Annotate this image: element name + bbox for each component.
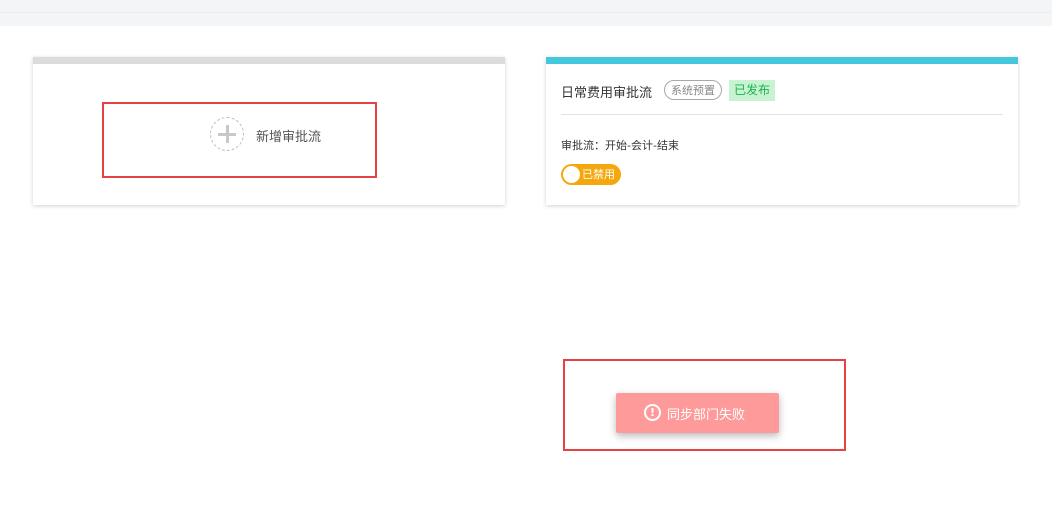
- approval-flow-card[interactable]: 日常费用审批流 系统预置 已发布 审批流：开始-会计-结束 已禁用: [546, 57, 1018, 205]
- flow-steps-text: 审批流：开始-会计-结束: [561, 139, 679, 152]
- toggle-knob[interactable]: [563, 166, 580, 183]
- card-divider: [561, 114, 1003, 115]
- toggle-label: 已禁用: [582, 168, 615, 181]
- highlight-box-add: [102, 102, 377, 178]
- toast-message: 同步部门失败: [667, 408, 746, 423]
- exclamation-circle-icon: !: [644, 404, 661, 421]
- system-preset-tag: 系统预置: [664, 80, 722, 100]
- error-toast: ! 同步部门失败: [616, 393, 779, 433]
- top-bar: [0, 0, 1052, 26]
- disable-toggle[interactable]: 已禁用: [561, 164, 621, 185]
- flow-title: 日常费用审批流: [561, 86, 653, 101]
- published-status-badge: 已发布: [729, 80, 776, 101]
- top-divider: [0, 12, 1052, 13]
